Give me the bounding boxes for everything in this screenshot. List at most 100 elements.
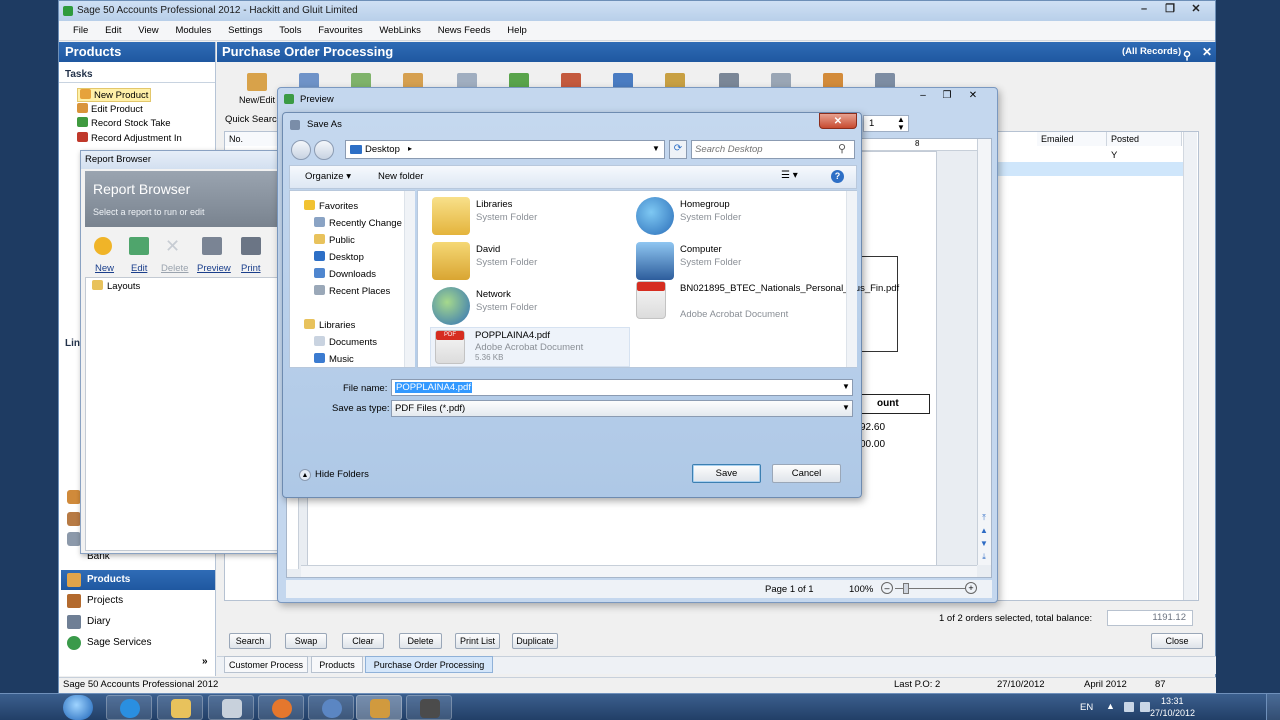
nav-scrollbar[interactable] xyxy=(404,191,415,367)
column-header-no[interactable]: No. xyxy=(225,132,285,146)
column-header-emailed[interactable]: Emailed xyxy=(1037,132,1107,146)
volume-tray-icon[interactable] xyxy=(1140,702,1150,712)
task-edit-product[interactable]: Edit Product xyxy=(77,103,143,115)
nav-public[interactable]: Public xyxy=(314,234,355,246)
nav-projects[interactable]: Projects xyxy=(61,591,215,611)
zoom-out-icon[interactable]: – xyxy=(881,582,893,594)
menu-tools[interactable]: Tools xyxy=(279,21,301,41)
taskbar-firefox-icon[interactable] xyxy=(258,695,304,720)
all-records-label[interactable]: (All Records) xyxy=(1122,42,1181,62)
nav-documents[interactable]: Documents xyxy=(314,336,377,348)
tree-item-layouts[interactable]: Layouts xyxy=(92,280,140,292)
nav-diary[interactable]: Diary xyxy=(61,612,215,632)
nav-products[interactable]: Products xyxy=(61,570,215,590)
clear-button[interactable]: Clear xyxy=(342,633,384,649)
nav-recent-places[interactable]: Recent Places xyxy=(314,285,390,297)
new-folder-button[interactable]: New folder xyxy=(378,171,423,182)
close-module-icon[interactable]: ✕ xyxy=(1202,42,1212,62)
tab-purchase-order-processing[interactable]: Purchase Order Processing xyxy=(365,656,493,673)
save-as-close-button[interactable]: ✕ xyxy=(819,113,857,129)
close-window-button[interactable]: ✕ xyxy=(1183,1,1209,19)
menu-view[interactable]: View xyxy=(138,21,158,41)
table-scrollbar[interactable] xyxy=(1183,132,1197,600)
file-item-network[interactable]: Network System Folder xyxy=(432,287,632,327)
taskbar-ie-icon[interactable] xyxy=(106,695,152,720)
edit-icon[interactable] xyxy=(129,237,149,255)
clock-date[interactable]: 27/10/2012 xyxy=(1150,708,1195,718)
save-as-type-dropdown-icon[interactable]: ▼ xyxy=(842,403,850,412)
report-preview-label[interactable]: Preview xyxy=(197,263,231,274)
task-record-adjustment-in[interactable]: Record Adjustment In xyxy=(77,132,182,144)
delete-button[interactable]: Delete xyxy=(399,633,442,649)
back-button[interactable] xyxy=(291,140,311,160)
maximize-button[interactable]: ❐ xyxy=(1157,1,1183,19)
zoom-in-icon[interactable]: + xyxy=(965,582,977,594)
search-icon[interactable]: ⚲ xyxy=(838,142,846,155)
new-edit-icon[interactable] xyxy=(247,73,267,91)
clock-time[interactable]: 13:31 xyxy=(1161,696,1184,706)
refresh-button[interactable]: ⟳ xyxy=(669,140,687,159)
forward-button[interactable] xyxy=(314,140,334,160)
network-tray-icon[interactable] xyxy=(1124,702,1134,712)
nav-recently-changed[interactable]: Recently Change xyxy=(314,217,402,229)
file-name-value[interactable]: POPPLAINA4.pdf xyxy=(395,382,472,393)
page-number-field[interactable]: 1 ▲ ▼ xyxy=(863,115,909,132)
nav-desktop[interactable]: Desktop xyxy=(314,251,364,263)
search-icon[interactable]: ⚲ xyxy=(1183,46,1191,66)
taskbar-sage-icon[interactable] xyxy=(356,695,402,720)
report-new-label[interactable]: New xyxy=(95,263,114,274)
search-field[interactable]: ⚲ xyxy=(691,140,855,159)
menu-weblinks[interactable]: WebLinks xyxy=(379,21,421,41)
task-new-product[interactable]: New Product xyxy=(77,88,152,102)
file-name-dropdown-icon[interactable]: ▼ xyxy=(842,382,850,391)
swap-button[interactable]: Swap xyxy=(285,633,327,649)
taskbar-app-icon[interactable] xyxy=(406,695,452,720)
help-icon[interactable]: ? xyxy=(831,170,844,183)
minimize-button[interactable]: – xyxy=(1131,1,1157,19)
menu-edit[interactable]: Edit xyxy=(105,21,121,41)
menu-news-feeds[interactable]: News Feeds xyxy=(438,21,491,41)
menu-favourites[interactable]: Favourites xyxy=(318,21,362,41)
organize-menu[interactable]: Organize ▾ xyxy=(305,171,351,182)
zoom-slider-thumb[interactable] xyxy=(903,583,909,594)
taskbar-explorer-icon[interactable] xyxy=(157,695,203,720)
spinner-icon[interactable]: ▲ ▼ xyxy=(897,116,905,132)
duplicate-button[interactable]: Duplicate xyxy=(512,633,558,649)
tray-arrow-icon[interactable]: ▲ xyxy=(1106,701,1115,711)
save-button[interactable]: Save xyxy=(692,464,761,483)
file-item-btec-pdf[interactable]: BN021895_BTEC_Nationals_Personal_Bus_Fin… xyxy=(636,281,899,327)
language-indicator[interactable]: EN xyxy=(1080,702,1093,713)
start-button[interactable] xyxy=(63,695,93,720)
search-input[interactable] xyxy=(695,143,830,156)
file-item-computer[interactable]: Computer System Folder xyxy=(636,242,836,282)
report-edit-label[interactable]: Edit xyxy=(131,263,147,274)
file-name-field[interactable]: POPPLAINA4.pdf ▼ xyxy=(391,379,853,396)
preview-icon[interactable] xyxy=(202,237,222,255)
taskbar-app-icon[interactable] xyxy=(308,695,354,720)
print-list-button[interactable]: Print List xyxy=(455,633,500,649)
nav-downloads[interactable]: Downloads xyxy=(314,268,376,280)
preview-maximize-button[interactable]: ❐ xyxy=(936,90,958,105)
nav-music[interactable]: Music xyxy=(314,353,354,365)
column-header-posted[interactable]: Posted xyxy=(1107,132,1182,146)
show-desktop-button[interactable] xyxy=(1266,694,1280,720)
nav-favorites[interactable]: Favorites xyxy=(304,200,358,212)
save-as-type-select[interactable]: PDF Files (*.pdf) ▼ xyxy=(391,400,853,417)
file-item-david[interactable]: David System Folder xyxy=(432,242,632,282)
menu-modules[interactable]: Modules xyxy=(175,21,211,41)
hide-folders-toggle[interactable]: ▲ Hide Folders xyxy=(299,469,369,481)
preview-vertical-scrollbar[interactable] xyxy=(977,139,991,565)
print-icon[interactable] xyxy=(241,237,261,255)
file-list-scrollbar[interactable] xyxy=(846,191,857,367)
shortcut-icon[interactable] xyxy=(67,512,81,526)
cancel-button[interactable]: Cancel xyxy=(772,464,841,483)
menu-file[interactable]: File xyxy=(73,21,88,41)
sun-icon[interactable] xyxy=(94,237,112,255)
taskbar-app-icon[interactable] xyxy=(208,695,254,720)
tab-products[interactable]: Products xyxy=(311,656,363,673)
preview-minimize-button[interactable]: – xyxy=(912,90,934,105)
preview-horizontal-scrollbar[interactable] xyxy=(301,565,977,577)
search-button[interactable]: Search xyxy=(229,633,271,649)
preview-close-button[interactable]: ✕ xyxy=(960,90,986,105)
report-print-label[interactable]: Print xyxy=(241,263,261,274)
